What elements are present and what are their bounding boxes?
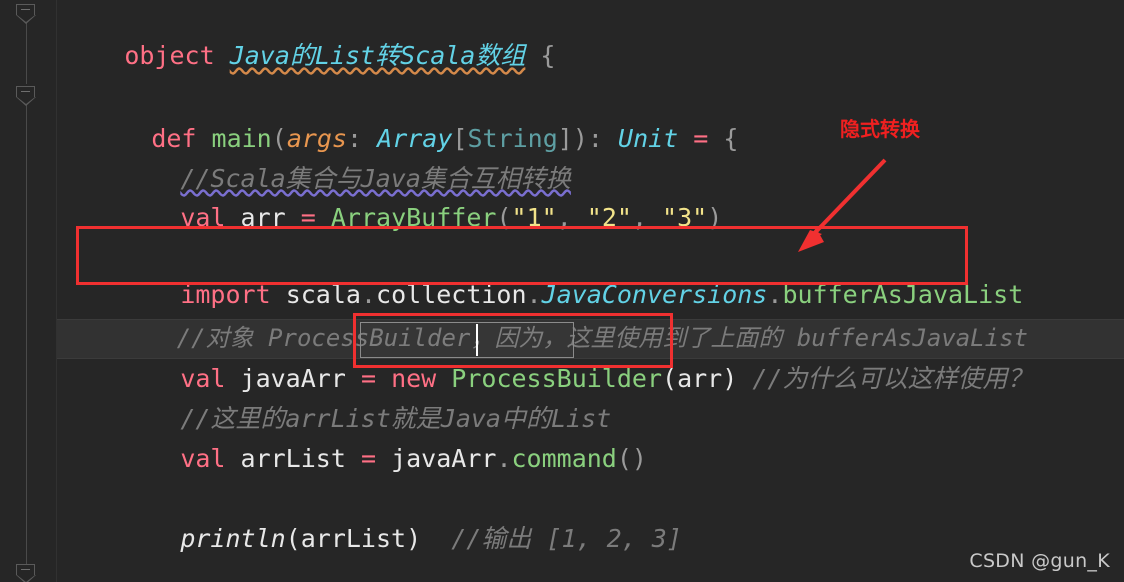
csdn-watermark: CSDN @gun_K [969,550,1110,572]
comment-text: //输出 [1, 2, 3] [451,524,682,553]
code-line-object[interactable]: object Java的List转Scala数组 { [34,0,555,70]
fold-minus-icon [21,569,30,570]
operator-equals: = [693,124,709,153]
call-args-arrlist: (arrList) [285,524,422,553]
import-highlight-box [76,226,968,285]
empty-parens: () [616,444,647,473]
method-command: command [511,444,617,473]
call-args-arr: (arr) [662,364,738,393]
code-line-block-comment-open[interactable]: /* [90,558,210,582]
keyword-object: object [124,41,215,70]
dot: . [496,444,512,473]
paren-close: ) [572,124,588,153]
code-line-println[interactable]: println(arrList) //输出 [1, 2, 3] [90,479,682,553]
brace-open: { [723,124,739,153]
fold-arrow-inner-icon [17,97,35,104]
variable-javaarr: javaArr [391,444,497,473]
fold-minus-icon [21,91,30,92]
fold-arrow-inner-icon [17,575,35,582]
code-text-area[interactable]: object Java的List转Scala数组 { def main(args… [56,0,1124,582]
object-class-name: Java的List转Scala数组 [229,41,526,70]
method-println: println [180,524,286,553]
variable-arrlist: arrList [240,444,346,473]
type-unit: Unit [618,124,679,153]
comment-text: //为什么可以这样使用？ [752,364,1033,393]
colon2: : [587,124,619,153]
processbuilder-highlight-box [353,313,673,368]
code-line-val-arr[interactable]: val arr = ArrayBuffer("1", "2", "3") [90,158,722,232]
code-editor-screenshot: object Java的List转Scala数组 { def main(args… [0,0,1124,582]
code-line-val-arrlist[interactable]: val arrList = javaArr.command() [90,399,647,473]
fold-minus-icon [21,9,30,10]
brace-open: { [540,41,556,70]
fold-marker-block-comment[interactable] [16,564,37,582]
fold-rail-line [26,104,27,564]
fold-arrow-inner-icon [17,15,35,22]
implicit-conversion-annotation: 隐式转换 [840,117,920,141]
code-line-def-main[interactable]: def main(args: Array[String]): Unit = { [61,79,738,153]
operator-equals: = [360,444,377,473]
keyword-val: val [180,444,226,473]
fold-rail-line [26,22,27,84]
code-line-comment-scala-java[interactable]: //Scala集合与Java集合互相转换 [90,119,571,193]
